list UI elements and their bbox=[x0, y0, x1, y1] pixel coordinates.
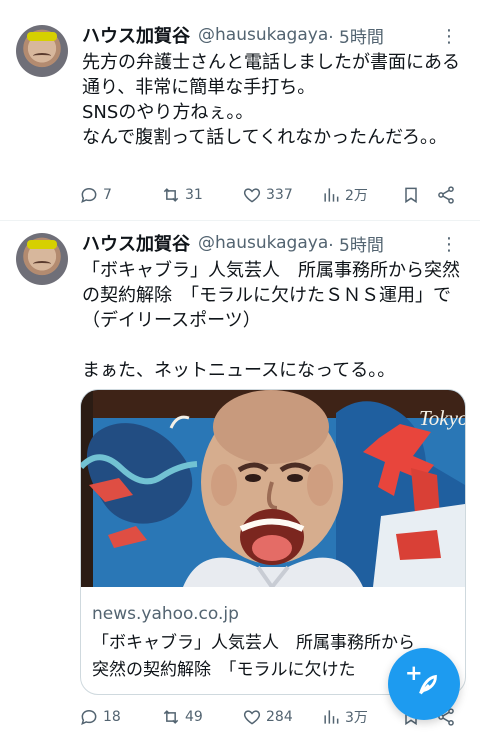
views-count: 3万 bbox=[345, 710, 368, 726]
like-icon bbox=[243, 710, 261, 725]
share-button[interactable] bbox=[436, 185, 456, 205]
tweet-header: ハウス加賀谷 @hausukagaya · 5時間 bbox=[82, 230, 384, 256]
repost-button[interactable]: 31 bbox=[161, 185, 203, 205]
avatar[interactable] bbox=[16, 233, 68, 285]
more-icon[interactable]: ⋮ bbox=[440, 28, 458, 46]
card-domain: news.yahoo.co.jp bbox=[92, 604, 239, 624]
post-time[interactable]: · 5時間 bbox=[328, 231, 384, 256]
tweet-header: ハウス加賀谷 @hausukagaya · 5時間 bbox=[82, 22, 384, 48]
views-count: 2万 bbox=[345, 188, 368, 204]
compose-button[interactable]: + bbox=[388, 648, 460, 720]
display-name[interactable]: ハウス加賀谷 bbox=[82, 22, 190, 48]
like-button[interactable]: 337 bbox=[242, 185, 293, 205]
bookmark-button[interactable] bbox=[401, 185, 421, 205]
tokyo-graffiti-text: Tokyo bbox=[419, 406, 465, 430]
repost-icon bbox=[163, 710, 179, 724]
repost-button[interactable]: 49 bbox=[161, 707, 203, 727]
user-handle[interactable]: @hausukagaya bbox=[198, 25, 328, 45]
user-handle[interactable]: @hausukagaya bbox=[198, 233, 328, 253]
repost-count: 49 bbox=[185, 709, 203, 725]
reply-button[interactable]: 7 bbox=[79, 185, 112, 205]
link-card[interactable]: Tokyo news.yahoo.co.jp 「ボキャブラ」人気芸人 所属事務所… bbox=[80, 389, 466, 695]
views-button[interactable]: 3万 bbox=[321, 707, 368, 727]
avatar[interactable] bbox=[16, 25, 68, 77]
like-count: 337 bbox=[266, 187, 293, 203]
views-icon bbox=[324, 710, 339, 724]
repost-count: 31 bbox=[185, 187, 203, 203]
reply-icon bbox=[81, 709, 97, 726]
compose-icon bbox=[419, 674, 437, 695]
reply-icon bbox=[81, 187, 97, 204]
tweet-text: 「ボキャブラ」人気芸人 所属事務所から突然の契約解除 「モラルに欠けたＳＮＳ運用… bbox=[82, 260, 460, 381]
like-icon bbox=[243, 188, 261, 203]
bookmark-icon bbox=[405, 187, 417, 204]
more-icon[interactable]: ⋮ bbox=[440, 236, 458, 254]
views-button[interactable]: 2万 bbox=[321, 185, 368, 205]
display-name[interactable]: ハウス加賀谷 bbox=[82, 230, 190, 256]
tweet-actions: 7 31 337 2万 bbox=[79, 185, 462, 209]
like-button[interactable]: 284 bbox=[242, 707, 293, 727]
tweet-text: 先方の弁護士さんと電話しましたが書面にある通り、非常に簡単な手打ち。 SNSのや… bbox=[82, 52, 460, 148]
like-count: 284 bbox=[266, 709, 293, 725]
reply-button[interactable]: 18 bbox=[79, 707, 121, 727]
article-photo[interactable]: Tokyo bbox=[81, 390, 465, 587]
repost-icon bbox=[163, 188, 179, 202]
views-icon bbox=[324, 188, 339, 202]
reply-count: 7 bbox=[103, 187, 112, 203]
tweet-1[interactable]: ハウス加賀谷 @hausukagaya · 5時間 ⋮ 先方の弁護士さんと電話し… bbox=[0, 0, 480, 221]
article-photo-art: Tokyo bbox=[81, 390, 465, 587]
reply-count: 18 bbox=[103, 709, 121, 725]
post-time[interactable]: · 5時間 bbox=[328, 23, 384, 48]
share-icon bbox=[438, 186, 454, 204]
